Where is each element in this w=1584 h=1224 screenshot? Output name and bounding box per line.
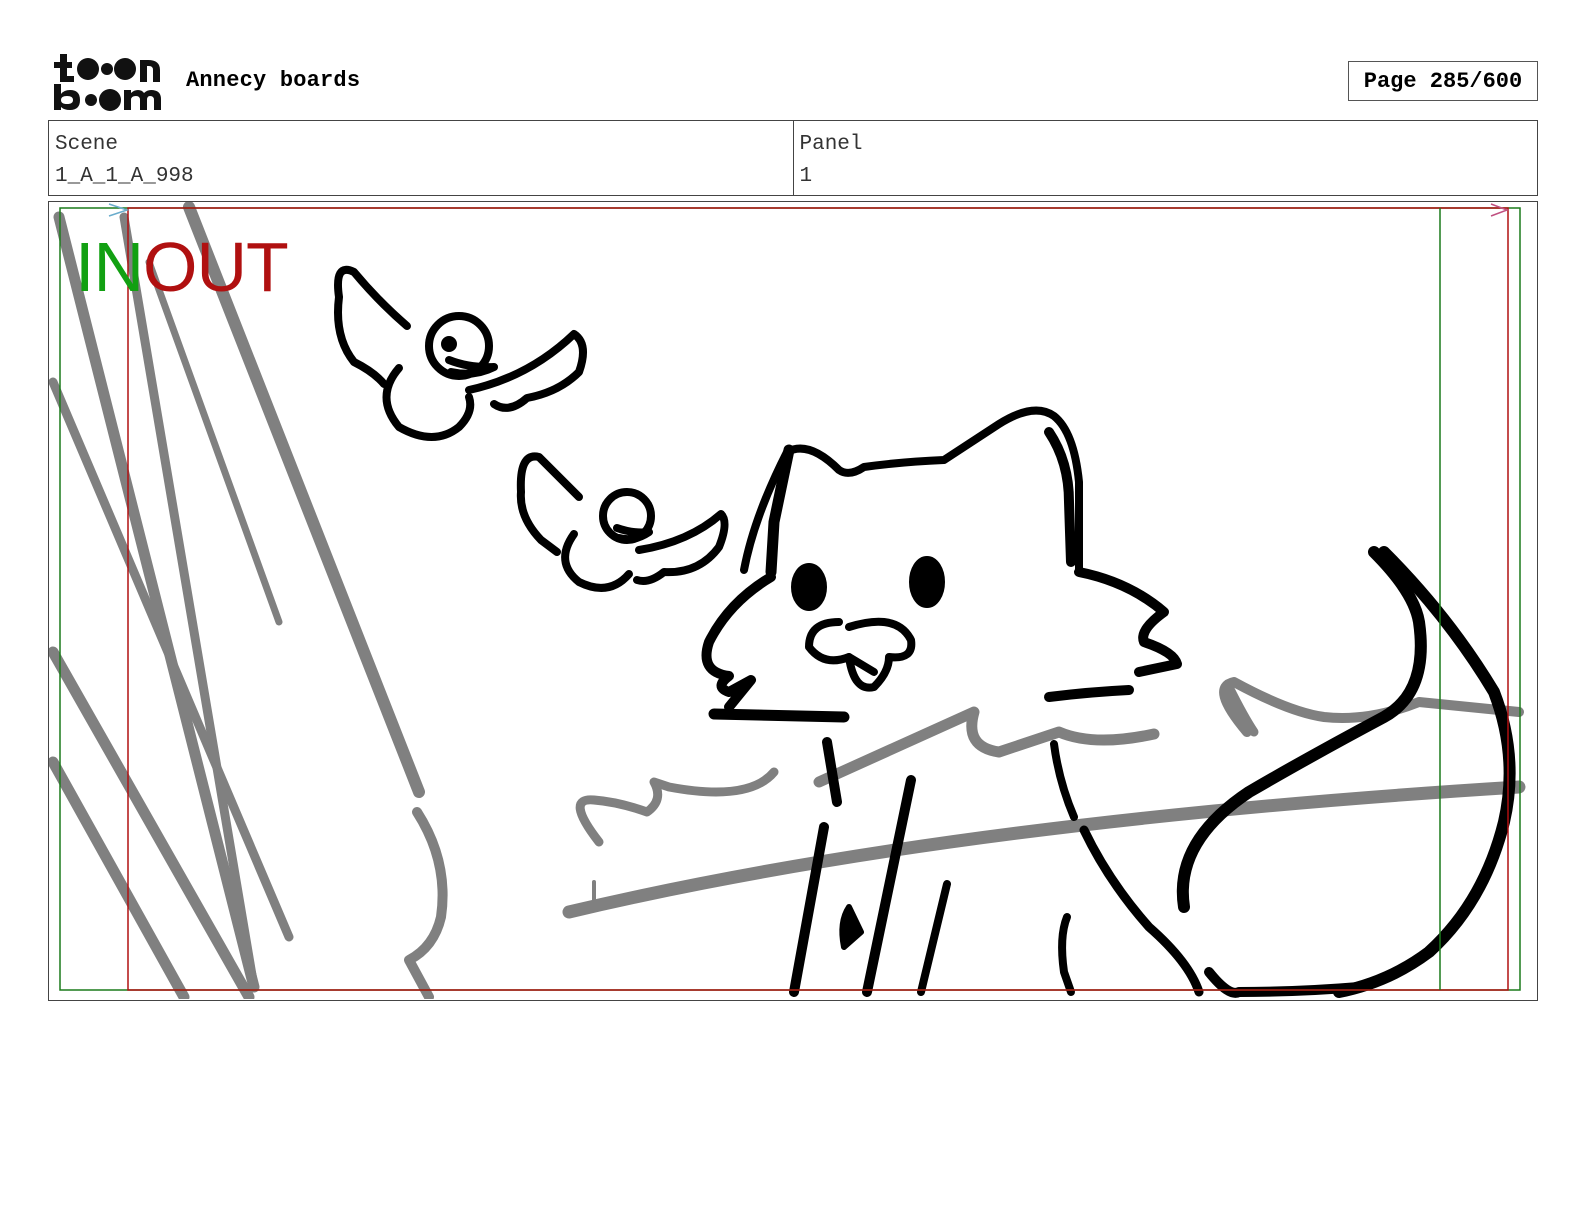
toon-boom-logo	[52, 52, 164, 112]
panel-label: Panel	[799, 133, 863, 156]
project-title: Annecy boards	[186, 68, 361, 93]
foreground-sketch	[334, 265, 1516, 998]
storyboard-panel: IN OUT	[48, 201, 1538, 1001]
in-marker-label: IN	[75, 228, 144, 306]
logo-graphic	[54, 54, 161, 111]
scene-cell: Scene 1_A_1_A_998	[49, 121, 793, 195]
panel-sketch	[49, 202, 1526, 999]
out-marker-label: OUT	[143, 228, 289, 306]
scene-panel-info: Scene 1_A_1_A_998 Panel 1	[48, 120, 1538, 196]
panel-cell: Panel 1	[792, 121, 1538, 195]
scene-label: Scene	[55, 133, 119, 156]
page-indicator: Page 285/600	[1348, 61, 1538, 101]
scene-value: 1_A_1_A_998	[55, 165, 194, 188]
background-sketch	[49, 202, 1526, 999]
page-indicator-text: Page 285/600	[1363, 68, 1523, 94]
panel-value: 1	[799, 165, 813, 188]
